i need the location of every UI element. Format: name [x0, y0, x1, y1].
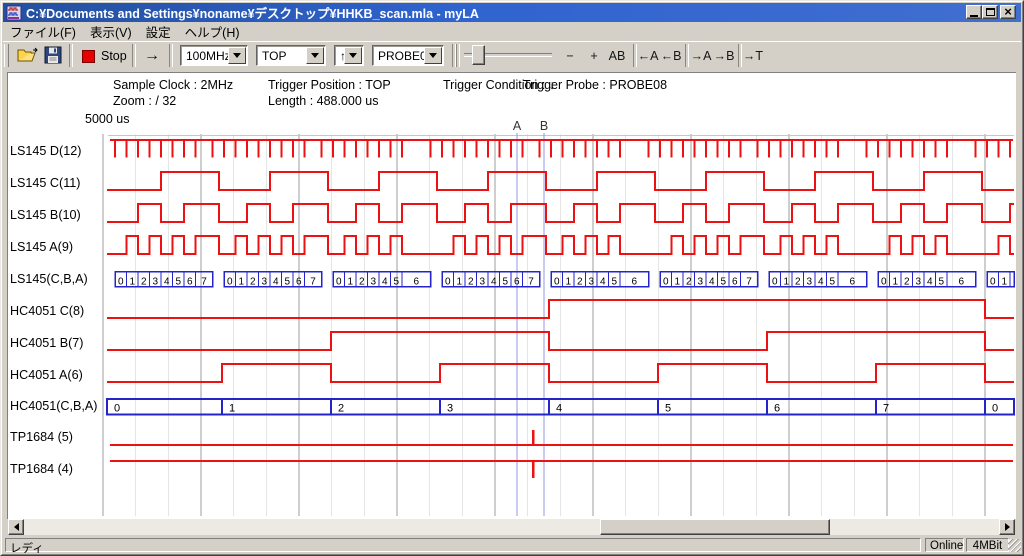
svg-text:2: 2 — [577, 277, 583, 288]
svg-text:7: 7 — [201, 277, 207, 288]
svg-text:2: 2 — [338, 403, 344, 415]
svg-text:4: 4 — [164, 277, 170, 288]
svg-text:0: 0 — [445, 277, 451, 288]
svg-text:0: 0 — [118, 277, 124, 288]
svg-text:7: 7 — [746, 277, 752, 288]
svg-text:4: 4 — [709, 277, 715, 288]
svg-text:0: 0 — [227, 277, 233, 288]
scroll-left-icon — [14, 523, 19, 531]
svg-text:0: 0 — [992, 403, 998, 415]
svg-text:3: 3 — [261, 277, 267, 288]
svg-text:4: 4 — [600, 277, 606, 288]
svg-text:1: 1 — [674, 277, 680, 288]
svg-text:6: 6 — [732, 277, 738, 288]
scrollbar-thumb[interactable] — [600, 519, 830, 535]
horizontal-scrollbar[interactable] — [8, 519, 1015, 535]
svg-text:0: 0 — [772, 277, 778, 288]
svg-text:2: 2 — [795, 277, 801, 288]
status-message: レディ — [5, 538, 921, 552]
status-memory: 4MBit — [966, 538, 1009, 552]
svg-text:1: 1 — [229, 403, 235, 415]
waveform-canvas: AB01234567012345670123456012345670123456… — [0, 0, 1024, 556]
svg-text:2: 2 — [250, 277, 256, 288]
scroll-right-button[interactable] — [999, 519, 1015, 535]
svg-text:1: 1 — [238, 277, 244, 288]
svg-text:3: 3 — [915, 277, 921, 288]
svg-text:3: 3 — [806, 277, 812, 288]
svg-text:7: 7 — [528, 277, 534, 288]
svg-text:5: 5 — [720, 277, 726, 288]
scroll-left-button[interactable] — [8, 519, 24, 535]
svg-text:3: 3 — [447, 403, 453, 415]
app-window: { "window": { "title": "C:¥Documents and… — [0, 0, 1024, 556]
svg-text:0: 0 — [881, 277, 887, 288]
svg-text:5: 5 — [829, 277, 835, 288]
svg-text:2: 2 — [359, 277, 365, 288]
svg-text:4: 4 — [556, 403, 562, 415]
svg-text:5: 5 — [284, 277, 290, 288]
svg-text:0: 0 — [554, 277, 560, 288]
svg-text:6: 6 — [774, 403, 780, 415]
svg-text:3: 3 — [697, 277, 703, 288]
svg-text:0: 0 — [663, 277, 669, 288]
svg-text:2: 2 — [904, 277, 910, 288]
svg-text:6: 6 — [958, 277, 964, 288]
timebase-gridlines — [103, 134, 1014, 516]
svg-text:6: 6 — [514, 277, 520, 288]
svg-text:0: 0 — [114, 403, 120, 415]
svg-text:1: 1 — [347, 277, 353, 288]
svg-text:1: 1 — [129, 277, 135, 288]
svg-text:4: 4 — [491, 277, 497, 288]
svg-text:1: 1 — [456, 277, 462, 288]
status-online: Online — [925, 538, 964, 552]
svg-text:7: 7 — [310, 277, 316, 288]
svg-text:6: 6 — [187, 277, 193, 288]
svg-text:4: 4 — [273, 277, 279, 288]
svg-text:1: 1 — [565, 277, 571, 288]
svg-text:4: 4 — [382, 277, 388, 288]
svg-text:A: A — [513, 119, 522, 133]
svg-text:2: 2 — [686, 277, 692, 288]
svg-text:2: 2 — [141, 277, 147, 288]
svg-text:5: 5 — [611, 277, 617, 288]
svg-text:4: 4 — [927, 277, 933, 288]
svg-text:3: 3 — [588, 277, 594, 288]
svg-text:5: 5 — [175, 277, 181, 288]
svg-text:3: 3 — [479, 277, 485, 288]
svg-text:3: 3 — [370, 277, 376, 288]
svg-text:4: 4 — [818, 277, 824, 288]
svg-text:0: 0 — [336, 277, 342, 288]
svg-text:5: 5 — [502, 277, 508, 288]
svg-text:3: 3 — [152, 277, 158, 288]
status-bar: レディ Online 4MBit — [3, 537, 1021, 553]
svg-text:7: 7 — [883, 403, 889, 415]
svg-text:5: 5 — [665, 403, 671, 415]
scroll-right-icon — [1005, 523, 1010, 531]
svg-text:5: 5 — [938, 277, 944, 288]
svg-text:6: 6 — [413, 277, 419, 288]
svg-text:1: 1 — [1001, 277, 1007, 288]
svg-text:B: B — [540, 119, 548, 133]
svg-text:6: 6 — [849, 277, 855, 288]
svg-text:1: 1 — [783, 277, 789, 288]
svg-text:6: 6 — [296, 277, 302, 288]
svg-text:6: 6 — [631, 277, 637, 288]
svg-text:5: 5 — [393, 277, 399, 288]
svg-text:2: 2 — [468, 277, 474, 288]
svg-text:0: 0 — [990, 277, 996, 288]
resize-grip[interactable] — [1008, 539, 1021, 552]
svg-text:1: 1 — [892, 277, 898, 288]
